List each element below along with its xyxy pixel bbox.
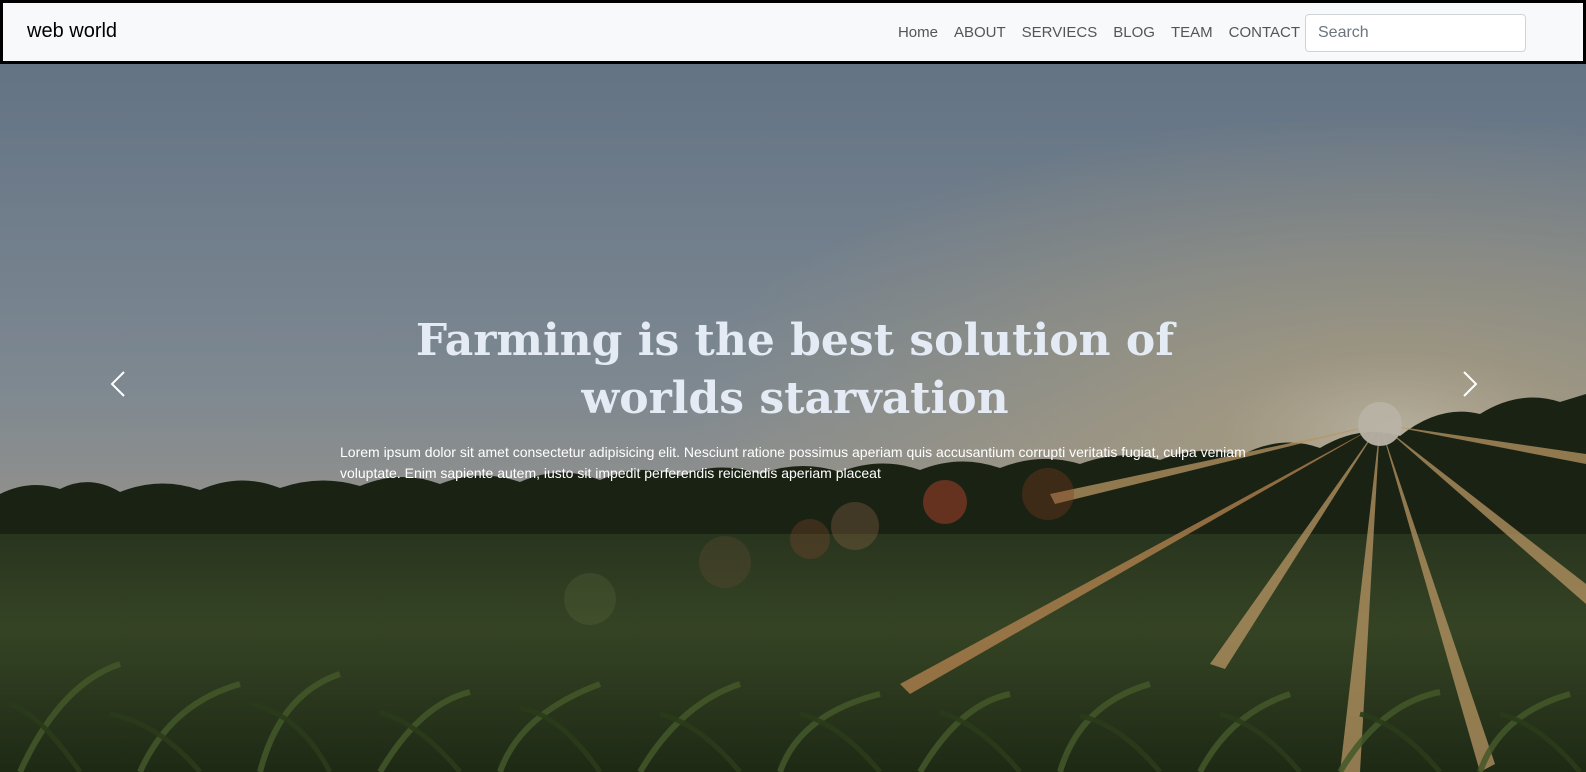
nav-links: Home ABOUT SERVIECS BLOG TEAM CONTACT: [898, 24, 1300, 41]
carousel-caption: Farming is the best solution of worlds s…: [340, 312, 1250, 484]
nav-link-services[interactable]: SERVIECS: [1022, 24, 1098, 41]
nav-link-home[interactable]: Home: [898, 24, 938, 41]
navbar: web world Home ABOUT SERVIECS BLOG TEAM …: [0, 0, 1586, 64]
chevron-left-icon: [110, 371, 125, 397]
carousel-prev-button[interactable]: [100, 364, 140, 404]
search-input[interactable]: [1305, 14, 1526, 52]
hero-description: Lorem ipsum dolor sit amet consectetur a…: [340, 444, 1246, 481]
nav-link-team[interactable]: TEAM: [1171, 24, 1213, 41]
page: web world Home ABOUT SERVIECS BLOG TEAM …: [0, 0, 1586, 772]
carousel-next-button[interactable]: [1448, 364, 1488, 404]
hero-carousel: Farming is the best solution of worlds s…: [0, 64, 1586, 772]
nav-link-contact[interactable]: CONTACT: [1229, 24, 1300, 41]
chevron-right-icon: [1463, 371, 1478, 397]
brand-logo[interactable]: web world: [27, 20, 117, 43]
hero-title: Farming is the best solution of worlds s…: [415, 315, 1175, 424]
nav-link-blog[interactable]: BLOG: [1113, 24, 1155, 41]
nav-link-about[interactable]: ABOUT: [954, 24, 1006, 41]
